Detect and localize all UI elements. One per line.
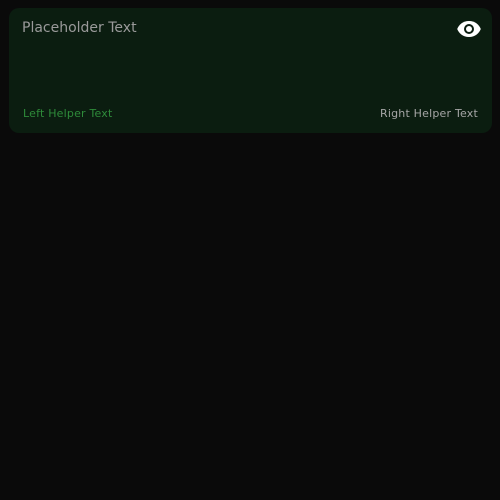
text-input[interactable] [22, 18, 442, 96]
input-area [9, 8, 492, 104]
eye-icon [457, 21, 481, 37]
page: Left Helper Text Right Helper Text [0, 0, 500, 500]
text-field: Left Helper Text Right Helper Text [9, 8, 492, 133]
left-helper-text: Left Helper Text [23, 107, 113, 120]
visibility-toggle-button[interactable] [457, 19, 481, 39]
right-helper-text: Right Helper Text [380, 107, 478, 120]
